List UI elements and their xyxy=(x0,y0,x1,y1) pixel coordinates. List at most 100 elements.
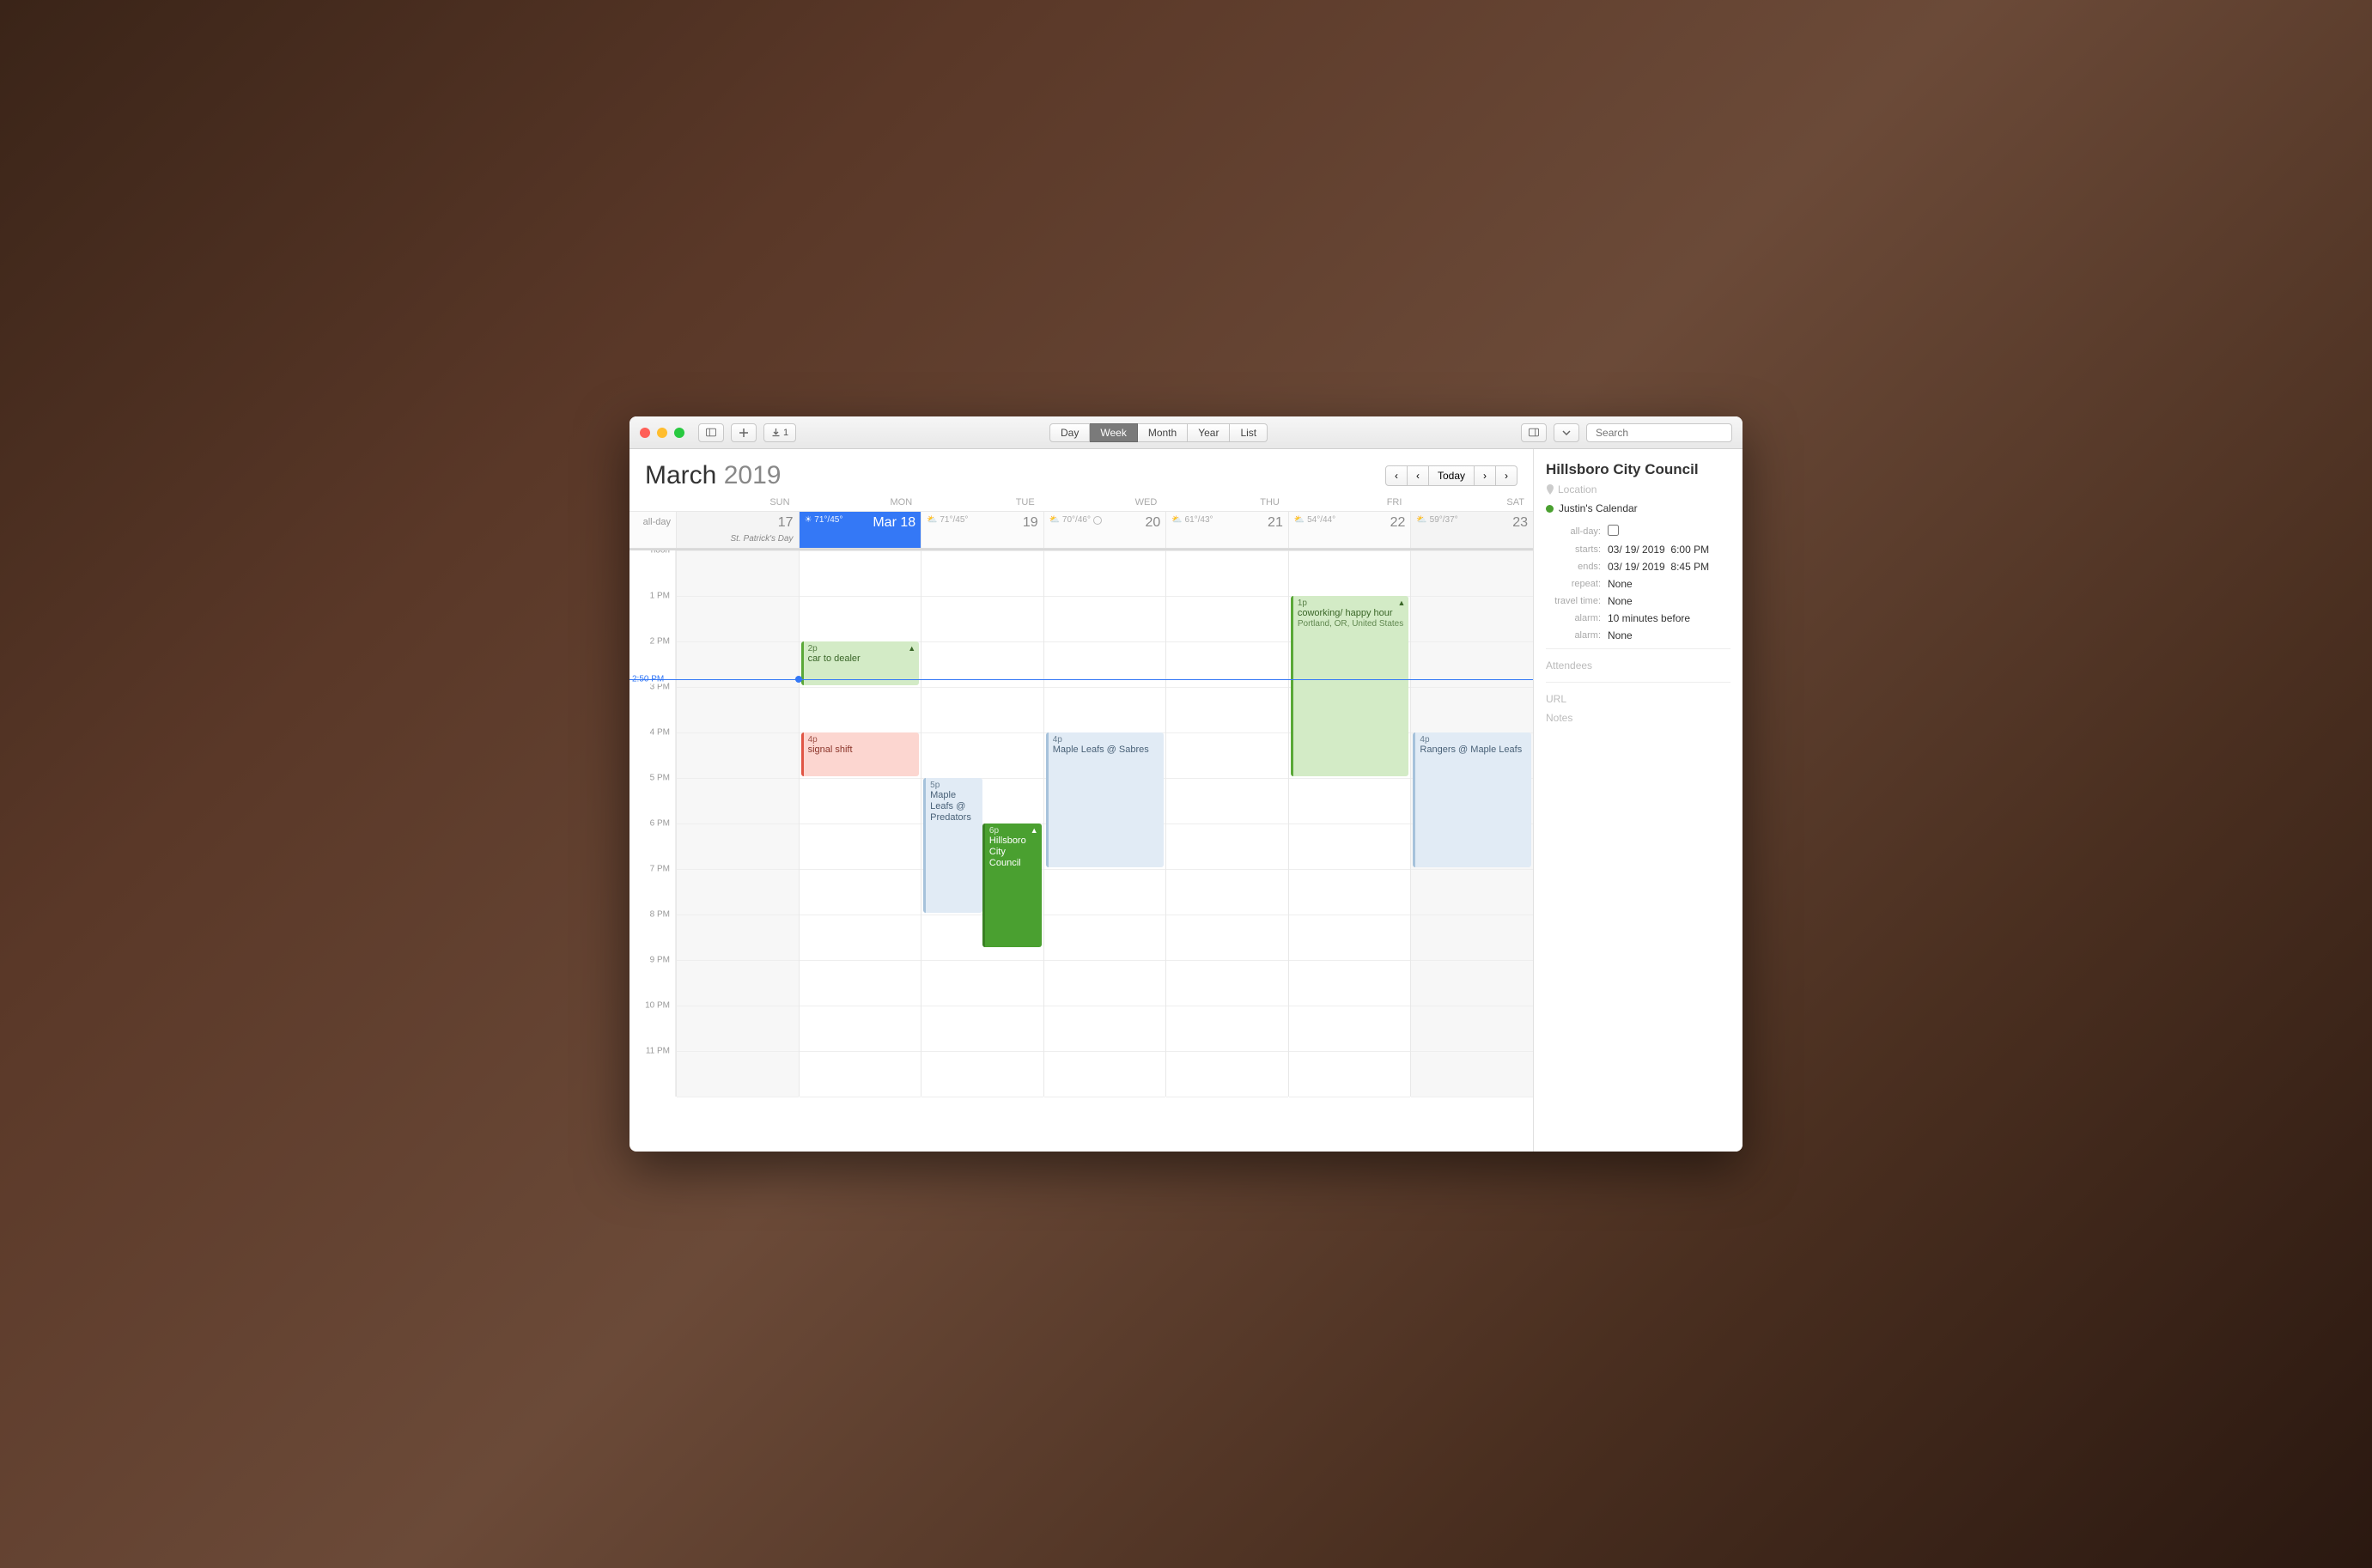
add-button[interactable] xyxy=(731,423,757,442)
event-time: 2p xyxy=(808,644,915,653)
event-time: 4p xyxy=(1420,735,1527,744)
event-time: 1p xyxy=(1298,599,1405,608)
day-column[interactable]: 5pMaple Leafs @ Predators6pHillsboro Cit… xyxy=(921,550,1043,1097)
time-grid-wrap: noon1 PM2 PM3 PM4 PM5 PM6 PM7 PM8 PM9 PM… xyxy=(629,549,1533,1152)
day-number: 20 xyxy=(1145,515,1160,530)
hour-label: 1 PM xyxy=(650,592,670,601)
ends-date[interactable]: 03/ 19/ 2019 xyxy=(1608,561,1665,573)
allday-label: all-day: xyxy=(1546,526,1608,537)
day-label: MON xyxy=(799,497,921,507)
hour-label: 9 PM xyxy=(650,956,670,965)
repeat-value[interactable]: None xyxy=(1608,578,1730,590)
starts-date[interactable]: 03/ 19/ 2019 xyxy=(1608,544,1665,556)
view-list[interactable]: List xyxy=(1230,423,1268,442)
allday-cell[interactable]: ⛅ 59°/37°23 xyxy=(1410,512,1533,548)
zoom-window-button[interactable] xyxy=(674,428,684,438)
download-count: 1 xyxy=(783,428,788,438)
day-column[interactable]: 1pcoworking/ happy hourPortland, OR, Uni… xyxy=(1288,550,1411,1097)
calendar-title: March 2019 xyxy=(645,461,781,490)
event-title-text: signal shift xyxy=(808,744,915,756)
weather-icon: ☀ 71°/45° xyxy=(805,515,843,525)
calendar-nav: ‹ ‹ Today › › xyxy=(1385,465,1517,486)
view-month[interactable]: Month xyxy=(1138,423,1188,442)
sidebar-toggle-button[interactable] xyxy=(698,423,724,442)
close-window-button[interactable] xyxy=(640,428,650,438)
allday-cell[interactable]: ☀ 71°/45°Mar 18 xyxy=(799,512,921,548)
title-year: 2019 xyxy=(724,461,782,489)
day-column[interactable]: 4pRangers @ Maple Leafs xyxy=(1410,550,1533,1097)
ends-time[interactable]: 8:45 PM xyxy=(1670,561,1709,573)
day-column[interactable]: 4pMaple Leafs @ Sabres xyxy=(1043,550,1166,1097)
travel-value[interactable]: None xyxy=(1608,595,1730,607)
holiday-label: St. Patrick's Day xyxy=(682,534,794,544)
day-label: FRI xyxy=(1288,497,1411,507)
day-column[interactable] xyxy=(676,550,799,1097)
day-number: 22 xyxy=(1390,515,1406,530)
day-column[interactable]: 2pcar to dealer▲4psignal shift xyxy=(799,550,921,1097)
calendar-color-dot xyxy=(1546,505,1554,513)
event-time: 4p xyxy=(808,735,915,744)
starts-time[interactable]: 6:00 PM xyxy=(1670,544,1709,556)
notes-field[interactable]: Notes xyxy=(1546,708,1730,727)
calendar-event[interactable]: 6pHillsboro City Council▲ xyxy=(982,824,1042,947)
nav-next-day[interactable]: › xyxy=(1475,465,1496,486)
hour-label: 6 PM xyxy=(650,819,670,829)
allday-cell[interactable]: ⛅ 54°/44° 22 xyxy=(1288,512,1411,548)
calendar-header: March 2019 ‹ ‹ Today › › xyxy=(629,449,1533,497)
calendar-event[interactable]: 4pRangers @ Maple Leafs xyxy=(1413,732,1531,867)
inspector-menu-button[interactable] xyxy=(1554,423,1579,442)
bell-icon: ▲ xyxy=(1398,599,1406,607)
calendar-event[interactable]: 5pMaple Leafs @ Predators xyxy=(923,778,982,913)
allday-cell[interactable]: 17 St. Patrick's Day xyxy=(676,512,799,548)
search-input[interactable] xyxy=(1596,427,1729,439)
view-segmented-control: Day Week Month Year List xyxy=(1049,423,1268,442)
alarm2-label: alarm: xyxy=(1546,630,1608,641)
allday-cell[interactable]: ⛅ 71°/45° 19 xyxy=(921,512,1043,548)
event-title[interactable]: Hillsboro City Council xyxy=(1546,461,1730,478)
row-alarm1: alarm: 10 minutes before xyxy=(1546,612,1730,624)
day-label: WED xyxy=(1043,497,1166,507)
minimize-window-button[interactable] xyxy=(657,428,667,438)
travel-label: travel time: xyxy=(1546,596,1608,606)
day-number: 21 xyxy=(1268,515,1283,530)
event-calendar-row[interactable]: Justin's Calendar xyxy=(1546,502,1730,514)
allday-cell[interactable]: ⛅ 61°/43°21 xyxy=(1165,512,1288,548)
nav-prev-week[interactable]: ‹ xyxy=(1385,465,1408,486)
weather-icon: ⛅ 71°/45° xyxy=(927,515,968,525)
hour-label: 2 PM xyxy=(650,637,670,647)
day-column[interactable] xyxy=(1165,550,1288,1097)
calendar-event[interactable]: 4psignal shift xyxy=(801,732,920,776)
nav-today[interactable]: Today xyxy=(1429,465,1475,486)
day-number: 17 xyxy=(778,515,794,530)
day-number: 23 xyxy=(1512,515,1528,530)
view-year[interactable]: Year xyxy=(1188,423,1230,442)
hour-label: 5 PM xyxy=(650,774,670,783)
hour-label: noon xyxy=(651,549,670,556)
row-ends: ends: 03/ 19/ 2019 8:45 PM xyxy=(1546,561,1730,573)
downloads-button[interactable]: 1 xyxy=(763,423,796,442)
view-week[interactable]: Week xyxy=(1090,423,1137,442)
url-field[interactable]: URL xyxy=(1546,690,1730,708)
row-repeat: repeat: None xyxy=(1546,578,1730,590)
search-field[interactable] xyxy=(1586,423,1732,442)
inspector-toggle-button[interactable] xyxy=(1521,423,1547,442)
calendar-event[interactable]: 4pMaple Leafs @ Sabres xyxy=(1046,732,1165,867)
view-day[interactable]: Day xyxy=(1049,423,1090,442)
nav-prev-day[interactable]: ‹ xyxy=(1408,465,1429,486)
alarm1-label: alarm: xyxy=(1546,613,1608,623)
event-location-field[interactable]: Location xyxy=(1546,483,1730,495)
nav-next-week[interactable]: › xyxy=(1496,465,1517,486)
day-number: 19 xyxy=(1023,515,1038,530)
day-labels-row: SUNMONTUEWEDTHUFRISAT xyxy=(629,497,1533,511)
allday-cell[interactable]: ⛅ 70°/46° 20 xyxy=(1043,512,1166,548)
alarm2-value[interactable]: None xyxy=(1608,629,1730,641)
alarm1-value[interactable]: 10 minutes before xyxy=(1608,612,1730,624)
event-calendar-name: Justin's Calendar xyxy=(1559,502,1638,514)
weather-icon: ⛅ 54°/44° xyxy=(1294,515,1335,525)
attendees-field[interactable]: Attendees xyxy=(1546,656,1730,675)
allday-checkbox[interactable] xyxy=(1608,525,1619,536)
calendar-event[interactable]: 1pcoworking/ happy hourPortland, OR, Uni… xyxy=(1291,596,1409,776)
titlebar: 1 Day Week Month Year List xyxy=(629,416,1743,449)
bell-icon: ▲ xyxy=(908,644,915,653)
time-grid[interactable]: noon1 PM2 PM3 PM4 PM5 PM6 PM7 PM8 PM9 PM… xyxy=(629,550,1533,1097)
